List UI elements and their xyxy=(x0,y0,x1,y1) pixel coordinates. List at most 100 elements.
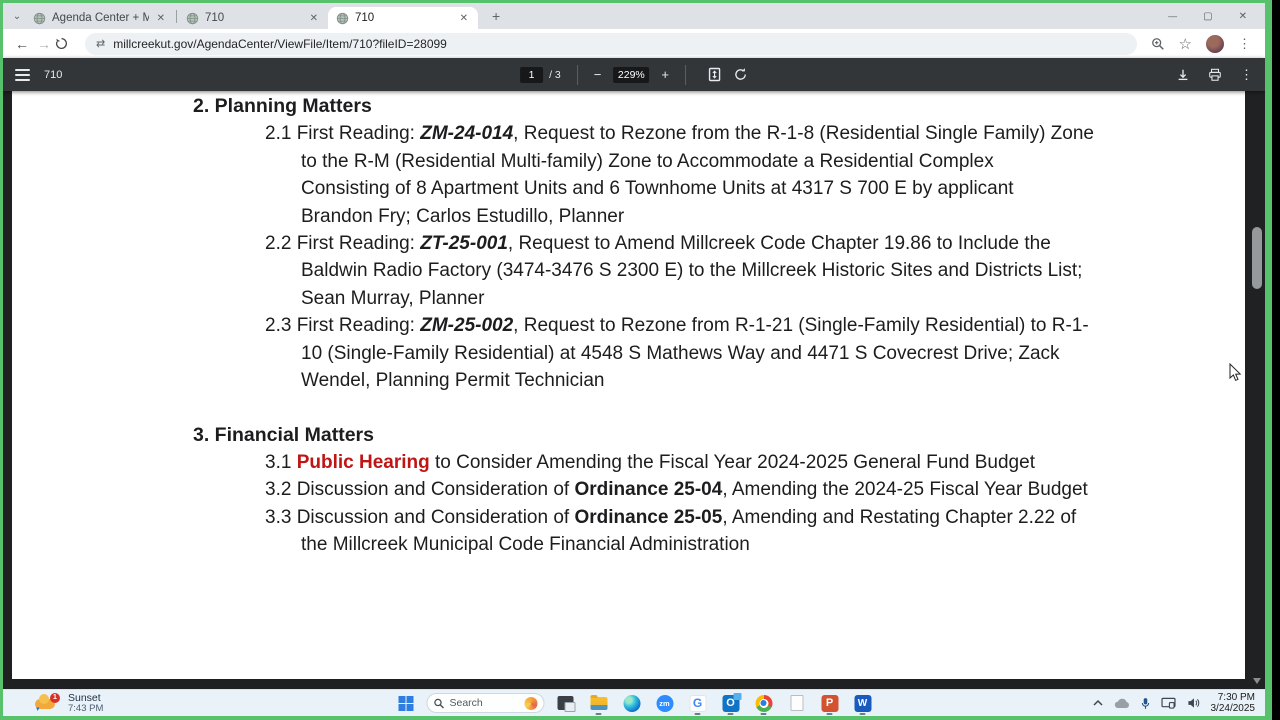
doc-line: 3.3 Discussion and Consideration of Ordi… xyxy=(265,506,1077,528)
pdf-more-menu-icon[interactable]: ⋮ xyxy=(1240,67,1253,83)
word-button[interactable]: W xyxy=(851,691,875,715)
notification-badge: 1 xyxy=(50,693,60,703)
page-count-label: / 3 xyxy=(549,68,561,81)
doc-line: 10 (Single-Family Residential) at 4548 S… xyxy=(301,342,1060,364)
search-highlights-icon[interactable] xyxy=(524,696,538,710)
pdf-page-zoom-controls: / 3 − 229% + xyxy=(520,64,748,85)
outlook-icon: O xyxy=(722,692,741,712)
vertical-scrollbar[interactable] xyxy=(1248,91,1265,689)
doc-line: 3.1 Public Hearing to Consider Amending … xyxy=(265,452,1035,474)
back-button[interactable]: ← xyxy=(11,36,33,52)
toolbar-divider xyxy=(576,64,578,85)
browser-menu-icon[interactable]: ⋮ xyxy=(1238,36,1251,52)
window-controls: — ▢ ✕ xyxy=(1168,11,1259,22)
task-view-icon xyxy=(557,696,576,712)
doc-line: Consisting of 8 Apartment Units and 6 To… xyxy=(301,178,1014,200)
file-explorer-button[interactable] xyxy=(587,691,611,715)
speaker-icon[interactable] xyxy=(1187,697,1200,709)
weather-title: Sunset xyxy=(68,691,101,704)
browser-tab[interactable]: 710 ✕ xyxy=(328,7,478,29)
globe-favicon-icon xyxy=(186,12,199,24)
chrome-button[interactable] xyxy=(752,691,776,715)
pdf-document-title: 710 xyxy=(44,68,63,81)
maximize-button[interactable]: ▢ xyxy=(1203,11,1212,22)
google-icon: G xyxy=(689,694,706,712)
globe-favicon-icon xyxy=(33,12,46,24)
pdf-menu-icon[interactable] xyxy=(15,68,30,81)
word-icon: W xyxy=(854,694,871,712)
print-icon[interactable] xyxy=(1208,68,1222,82)
start-button[interactable] xyxy=(394,691,418,715)
task-view-button[interactable] xyxy=(554,691,578,715)
taskbar-center-icons: Search zm G O P W xyxy=(394,691,875,715)
taskbar-search-box[interactable]: Search xyxy=(426,693,545,713)
download-icon[interactable] xyxy=(1176,68,1190,82)
browser-navbar: ← → ⇄ millcreekut.gov/AgendaCenter/ViewF… xyxy=(3,29,1265,58)
doc-line: 2.2 First Reading: ZT-25-001, Request to… xyxy=(265,232,1051,254)
zoom-app-button[interactable]: zm xyxy=(653,691,677,715)
address-bar[interactable]: ⇄ millcreekut.gov/AgendaCenter/ViewFile/… xyxy=(85,32,1137,55)
taskbar-clock[interactable]: 7:30 PM 3/24/2025 xyxy=(1211,692,1256,714)
windows-taskbar: 1 ▾ Sunset 7:43 PM Search zm G O P W 7:3… xyxy=(3,689,1265,716)
fit-page-icon[interactable] xyxy=(708,67,721,82)
pdf-toolbar-right: ⋮ xyxy=(1176,67,1253,83)
scrollbar-down-arrow[interactable] xyxy=(1253,678,1261,684)
weather-cloud-icon: 1 ▾ xyxy=(35,693,61,713)
doc-line: 3.2 Discussion and Consideration of Ordi… xyxy=(265,479,1088,501)
close-button[interactable]: ✕ xyxy=(1239,11,1247,22)
system-tray: 7:30 PM 3/24/2025 xyxy=(1092,692,1256,714)
rotate-icon[interactable] xyxy=(733,67,748,82)
tab-title: 710 xyxy=(205,12,225,24)
zoom-out-button[interactable]: − xyxy=(588,67,608,82)
tab-title: 710 xyxy=(355,12,375,24)
browser-tab[interactable]: Agenda Center + Millcreek, UT ✕ xyxy=(25,7,175,29)
globe-favicon-icon xyxy=(336,12,349,24)
page-number-input[interactable] xyxy=(520,66,544,83)
navbar-right-icons: ☆ ⋮ xyxy=(1145,34,1257,53)
browser-tab-strip: ⌄ Agenda Center + Millcreek, UT ✕ 710 ✕ 710 ✕… xyxy=(3,3,1265,29)
tab-close-icon[interactable]: ✕ xyxy=(458,13,470,24)
weather-widget[interactable]: 1 ▾ Sunset 7:43 PM xyxy=(35,691,103,714)
file-explorer-icon xyxy=(590,694,607,710)
microphone-icon[interactable] xyxy=(1141,697,1150,710)
powerpoint-button[interactable]: P xyxy=(818,691,842,715)
pdf-content-area: 2. Planning Matters 2.1 First Reading: ZM… xyxy=(3,91,1265,689)
zoom-in-button[interactable]: + xyxy=(655,67,675,82)
toolbar-divider xyxy=(684,64,686,85)
forward-button[interactable]: → xyxy=(33,36,55,52)
notepad-button[interactable] xyxy=(785,691,809,715)
outlook-button[interactable]: O xyxy=(719,691,743,715)
tab-search-chevron-icon[interactable]: ⌄ xyxy=(9,11,25,22)
doc-line: Brandon Fry; Carlos Estudillo, Planner xyxy=(301,205,625,227)
scrollbar-thumb[interactable] xyxy=(1252,227,1262,289)
pdf-page: 2. Planning Matters 2.1 First Reading: ZM… xyxy=(12,91,1245,679)
tab-close-icon[interactable]: ✕ xyxy=(308,13,320,24)
doc-line: Wendel, Planning Permit Technician xyxy=(301,369,605,391)
bookmark-star-icon[interactable]: ☆ xyxy=(1179,35,1192,53)
profile-avatar[interactable] xyxy=(1206,34,1224,53)
tab-separator xyxy=(176,9,177,23)
doc-line: Baldwin Radio Factory (3474-3476 S 2300 … xyxy=(301,260,1083,282)
new-tab-button[interactable]: + xyxy=(486,8,506,24)
tabs-container: Agenda Center + Millcreek, UT ✕ 710 ✕ 710 ✕ xyxy=(25,3,478,29)
tray-chevron-icon[interactable] xyxy=(1092,699,1103,707)
tab-close-icon[interactable]: ✕ xyxy=(155,13,167,24)
search-placeholder: Search xyxy=(449,697,483,709)
zoom-level-input[interactable]: 229% xyxy=(613,66,650,83)
clock-time: 7:30 PM xyxy=(1217,692,1255,703)
onedrive-cloud-icon[interactable] xyxy=(1114,698,1130,709)
powerpoint-icon: P xyxy=(821,694,838,712)
reload-button[interactable] xyxy=(55,37,77,50)
cast-screen-icon[interactable] xyxy=(1160,697,1176,709)
chrome-icon xyxy=(755,694,772,712)
windows-logo-icon xyxy=(398,695,413,711)
tab-title: Agenda Center + Millcreek, UT xyxy=(52,12,149,24)
google-button[interactable]: G xyxy=(686,691,710,715)
minimize-button[interactable]: — xyxy=(1168,11,1177,21)
site-info-icon[interactable]: ⇄ xyxy=(96,37,105,50)
browser-tab[interactable]: 710 ✕ xyxy=(178,7,328,29)
zoom-app-icon: zm xyxy=(656,694,673,712)
page-zoom-icon[interactable] xyxy=(1151,37,1165,51)
pdf-toolbar: 710 / 3 − 229% + ⋮ xyxy=(3,58,1265,91)
edge-button[interactable] xyxy=(620,691,644,715)
